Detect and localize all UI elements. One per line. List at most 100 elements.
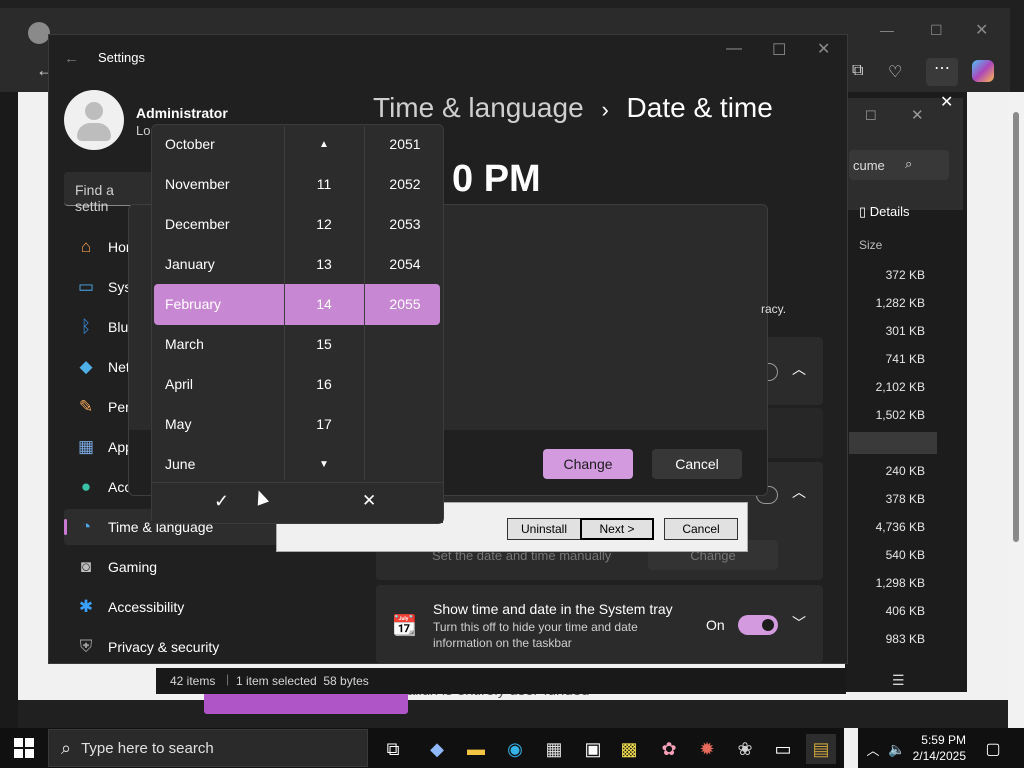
page-button[interactable] bbox=[204, 692, 408, 714]
chevron-up-icon[interactable]: ︿ bbox=[792, 482, 806, 502]
next-button[interactable]: Next > bbox=[580, 518, 654, 540]
wifi-icon: ◆ bbox=[79, 357, 93, 376]
cancel-button[interactable]: Cancel bbox=[652, 449, 742, 479]
tray-date: 2/14/2025 bbox=[912, 749, 966, 763]
tray-time: 5:59 PM bbox=[921, 733, 966, 747]
search-icon: ⌕ bbox=[61, 737, 72, 758]
picker-month[interactable]: October bbox=[165, 136, 215, 152]
picker-year[interactable]: 2055 bbox=[380, 296, 430, 312]
picker-month[interactable]: January bbox=[165, 256, 215, 272]
file-size: 240 KB bbox=[885, 464, 925, 478]
change-button[interactable]: Change bbox=[543, 449, 633, 479]
picker-day[interactable]: 11 bbox=[300, 176, 348, 192]
cat-app-icon[interactable]: ▣ bbox=[578, 734, 608, 764]
brush-icon: ✎ bbox=[78, 397, 94, 416]
column-divider bbox=[364, 126, 365, 480]
calendar-clock-icon: 📆 bbox=[392, 615, 417, 637]
copilot-icon[interactable]: ◆ bbox=[422, 734, 452, 764]
file-explorer-icon[interactable]: ▬ bbox=[461, 734, 491, 764]
file-size: 2,102 KB bbox=[875, 380, 925, 394]
close-icon[interactable]: ✕ bbox=[940, 92, 953, 112]
uninstall-button[interactable]: Uninstall bbox=[507, 518, 581, 540]
scrollbar-thumb[interactable] bbox=[1013, 112, 1019, 542]
tray-gap bbox=[844, 728, 858, 768]
picker-month[interactable]: May bbox=[165, 416, 191, 432]
pig-app-icon[interactable]: ✿ bbox=[654, 734, 684, 764]
window-title: Settings bbox=[98, 50, 145, 65]
people-app-icon[interactable]: ❀ bbox=[730, 734, 760, 764]
maximize-icon[interactable]: ☐ bbox=[930, 22, 943, 39]
picker-month[interactable]: December bbox=[165, 216, 230, 232]
browser-edge bbox=[0, 92, 18, 728]
sidebar-item-label: Gaming bbox=[108, 559, 158, 575]
chevron-down-icon[interactable]: ﹀ bbox=[792, 613, 806, 633]
chevron-right-icon: › bbox=[601, 97, 609, 122]
page-scrollbar[interactable] bbox=[1008, 92, 1024, 728]
more-menu-icon[interactable]: ⋯ bbox=[926, 58, 958, 86]
tray-clock[interactable]: 5:59 PM 2/14/2025 bbox=[910, 732, 966, 764]
chevron-up-icon[interactable]: ︿ bbox=[792, 359, 806, 379]
picker-year[interactable]: 2054 bbox=[380, 256, 430, 272]
picker-month[interactable]: November bbox=[165, 176, 230, 192]
windows-start-icon[interactable] bbox=[14, 738, 34, 758]
volume-muted-icon[interactable]: 🔈 bbox=[882, 734, 912, 764]
file-size: 1,298 KB bbox=[875, 576, 925, 590]
file-size: 4,736 KB bbox=[875, 520, 925, 534]
crab-app-icon[interactable]: ✹ bbox=[692, 734, 722, 764]
sidebar-item-label: Accessibility bbox=[108, 599, 185, 615]
file-size: 540 KB bbox=[885, 548, 925, 562]
close-icon[interactable]: ✕ bbox=[975, 20, 988, 40]
picker-day[interactable]: 12 bbox=[300, 216, 348, 232]
edge-icon[interactable]: ◉ bbox=[500, 734, 530, 764]
picker-day[interactable]: 16 bbox=[300, 376, 348, 392]
accounts-icon: ● bbox=[80, 477, 92, 496]
picker-year[interactable]: 2053 bbox=[380, 216, 430, 232]
tray-toggle[interactable] bbox=[738, 615, 778, 635]
taskbar-search-placeholder: Type here to search bbox=[81, 739, 214, 757]
picker-year[interactable]: 2052 bbox=[380, 176, 430, 192]
installer-cancel-button[interactable]: Cancel bbox=[664, 518, 738, 540]
breadcrumb-parent[interactable]: Time & language bbox=[373, 92, 584, 123]
store-icon[interactable]: ▦ bbox=[539, 734, 569, 764]
close-icon[interactable]: ✕ bbox=[817, 39, 830, 59]
scroll-down-icon[interactable]: ▼ bbox=[300, 459, 348, 470]
picker-month[interactable]: June bbox=[165, 456, 195, 472]
apps-icon: ▦ bbox=[77, 437, 95, 456]
notification-icon[interactable]: ▢ bbox=[978, 734, 1008, 764]
sidebar-item-shield[interactable]: ⛨ Privacy & security bbox=[64, 629, 364, 665]
picker-year[interactable]: 2051 bbox=[380, 136, 430, 152]
profile-icon[interactable] bbox=[28, 22, 50, 44]
sponge-app-icon[interactable]: ▩ bbox=[614, 734, 644, 764]
picker-month[interactable]: April bbox=[165, 376, 193, 392]
dismiss-icon[interactable]: ✕ bbox=[362, 491, 376, 511]
maximize-icon[interactable]: ☐ bbox=[772, 40, 786, 60]
settings-search-input[interactable]: Find a settin bbox=[64, 172, 154, 214]
taskbar-search[interactable]: ⌕ Type here to search bbox=[48, 729, 368, 767]
sidebar-item-label: Privacy & security bbox=[108, 639, 220, 655]
privacy-text: racy. bbox=[761, 302, 787, 316]
task-view-icon[interactable]: ⧉ bbox=[378, 734, 408, 764]
back-icon[interactable]: ← bbox=[64, 50, 79, 67]
sidebar-item-gamepad[interactable]: ◙ Gaming bbox=[64, 549, 364, 585]
picker-month[interactable]: March bbox=[165, 336, 204, 352]
copilot-icon[interactable] bbox=[972, 60, 994, 82]
details-view-icon[interactable]: ☰ bbox=[892, 672, 905, 689]
selected-row-highlight[interactable] bbox=[849, 432, 937, 454]
picker-day[interactable]: 17 bbox=[300, 416, 348, 432]
current-time: 0 PM bbox=[452, 158, 541, 200]
sidebar-item-accessibility[interactable]: ✱ Accessibility bbox=[64, 589, 364, 625]
shield-icon: ⛨ bbox=[79, 637, 93, 656]
minimize-icon[interactable]: — bbox=[726, 40, 742, 58]
accept-icon[interactable]: ✓ bbox=[214, 491, 229, 512]
picker-month[interactable]: February bbox=[165, 296, 221, 312]
picker-day[interactable]: 15 bbox=[300, 336, 348, 352]
scroll-up-icon[interactable]: ▲ bbox=[300, 139, 348, 150]
home-icon: ⌂ bbox=[80, 237, 92, 256]
terminal-icon[interactable]: ▭ bbox=[768, 734, 798, 764]
picker-footer: ✓ ✕ bbox=[152, 482, 443, 523]
picker-day[interactable]: 14 bbox=[300, 296, 348, 312]
winrar-icon[interactable]: ▤ bbox=[806, 734, 836, 764]
file-size: 1,502 KB bbox=[875, 408, 925, 422]
picker-day[interactable]: 13 bbox=[300, 256, 348, 272]
item-count: 42 items bbox=[170, 674, 216, 688]
